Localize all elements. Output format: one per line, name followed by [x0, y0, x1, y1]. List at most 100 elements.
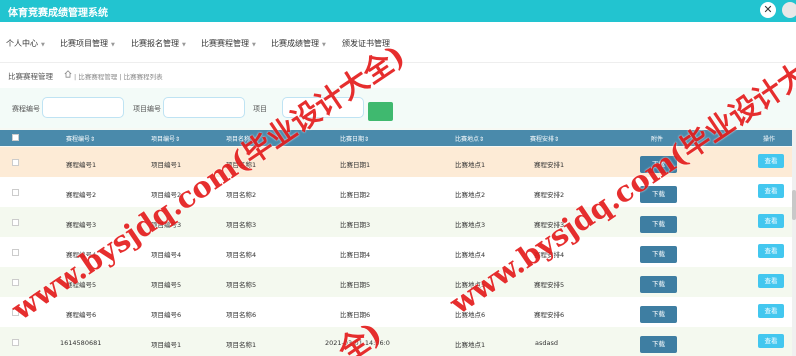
menu-item-score-management[interactable]: 比赛成绩管理 ▼	[271, 38, 326, 49]
download-button[interactable]: 下载	[640, 186, 677, 203]
table-cell: 项目名称5	[226, 281, 257, 289]
menu-item-personal-center[interactable]: 个人中心 ▼	[6, 38, 45, 49]
row-checkbox[interactable]	[12, 339, 19, 346]
search-bar: 赛程编号 项目编号 项目	[0, 88, 796, 128]
schedule-table: 赛程编号⇕ 项目编号⇕ 项目名称⇕ 比赛日期⇕ 比赛地点⇕ 赛程安排⇕ 附件 操…	[0, 130, 796, 356]
column-header[interactable]: 赛程编号⇕	[66, 134, 95, 143]
table-cell: 赛程编号1	[66, 161, 97, 169]
table-cell: 赛程编号5	[66, 281, 97, 289]
table-cell: 比赛地点5	[455, 281, 486, 289]
avatar[interactable]	[782, 2, 796, 18]
table-cell: 比赛地点4	[455, 251, 486, 259]
table-cell: 项目编号1	[151, 341, 182, 349]
table-cell: 比赛日期1	[340, 161, 371, 169]
schedule-number-input[interactable]	[42, 97, 124, 118]
scrollbar[interactable]	[792, 130, 796, 356]
table-cell: 赛程安排3	[534, 221, 565, 229]
table-row[interactable]: 赛程编号2 项目编号2 项目名称2 比赛日期2 比赛地点2 赛程安排2 下载 查看	[0, 177, 796, 207]
row-checkbox[interactable]	[12, 249, 19, 256]
app-title: 体育竞赛成绩管理系统	[8, 8, 108, 19]
table-cell: 1614580681	[60, 339, 102, 347]
download-button[interactable]: 下载	[640, 306, 677, 323]
menu-item-schedule-management[interactable]: 比赛赛程管理 ▼	[201, 38, 256, 49]
view-button[interactable]: 查看	[758, 184, 784, 198]
table-cell: 项目名称2	[226, 191, 257, 199]
table-cell: 项目编号2	[151, 191, 182, 199]
menu-item-project-management[interactable]: 比赛项目管理 ▼	[60, 38, 115, 49]
page-title: 比赛赛程管理	[8, 72, 53, 81]
table-cell: 项目名称1	[226, 341, 257, 349]
view-button[interactable]: 查看	[758, 334, 784, 348]
table-cell: 比赛日期4	[340, 251, 371, 259]
table-cell: 赛程编号6	[66, 311, 97, 319]
table-cell: 赛程安排6	[534, 311, 565, 319]
download-button[interactable]: 下载	[640, 336, 677, 353]
view-button[interactable]: 查看	[758, 304, 784, 318]
chevron-down-icon: ▼	[41, 42, 45, 48]
column-header: 操作	[763, 136, 776, 143]
project-name-label: 项目	[253, 105, 267, 113]
column-header: 附件	[651, 136, 664, 143]
table-row[interactable]: 1614580681 项目编号1 项目名称1 2021-03-01 14:36:0 比赛…	[0, 327, 796, 356]
close-icon[interactable]: ✕	[760, 2, 776, 18]
chevron-down-icon: ▼	[252, 42, 256, 48]
row-checkbox[interactable]	[12, 189, 19, 196]
table-row[interactable]: 赛程编号4 项目编号4 项目名称4 比赛日期4 比赛地点4 赛程安排4 下载 查看	[0, 237, 796, 267]
view-button[interactable]: 查看	[758, 244, 784, 258]
table-cell: 比赛地点6	[455, 311, 486, 319]
column-header[interactable]: 项目编号⇕	[151, 134, 180, 143]
download-button[interactable]: 下载	[640, 216, 677, 233]
row-checkbox[interactable]	[12, 219, 19, 226]
table-cell: 项目编号1	[151, 161, 182, 169]
breadcrumb-path[interactable]: | 比赛赛程管理 | 比赛赛程列表	[74, 71, 163, 81]
table-cell: 项目编号6	[151, 311, 182, 319]
home-icon[interactable]	[64, 70, 72, 78]
project-name-input[interactable]	[282, 97, 364, 118]
table-cell: 赛程安排2	[534, 191, 565, 199]
table-cell: 项目名称3	[226, 221, 257, 229]
table-cell: 比赛地点1	[455, 161, 486, 169]
scrollbar-thumb[interactable]	[792, 190, 796, 220]
chevron-down-icon: ▼	[182, 42, 186, 48]
table-cell: 比赛日期2	[340, 191, 371, 199]
schedule-number-label: 赛程编号	[12, 105, 40, 113]
table-row[interactable]: 赛程编号5 项目编号5 项目名称5 比赛日期5 比赛地点5 赛程安排5 下载 查看	[0, 267, 796, 297]
project-number-input[interactable]	[163, 97, 245, 118]
top-bar: 体育竞赛成绩管理系统 ✕	[0, 0, 796, 22]
download-button[interactable]: 下载	[640, 276, 677, 293]
table-cell: 比赛地点3	[455, 221, 486, 229]
table-cell: 比赛地点2	[455, 191, 486, 199]
table-cell: 项目编号5	[151, 281, 182, 289]
download-button[interactable]: 下载	[640, 156, 677, 173]
table-cell: 赛程编号3	[66, 221, 97, 229]
chevron-down-icon: ▼	[322, 42, 326, 48]
table-cell: 比赛日期3	[340, 221, 371, 229]
download-button[interactable]: 下载	[640, 246, 677, 263]
row-checkbox[interactable]	[12, 309, 19, 316]
table-cell: 比赛地点1	[455, 341, 486, 349]
column-header[interactable]: 比赛日期⇕	[340, 134, 369, 143]
table-cell: 项目名称6	[226, 311, 257, 319]
table-cell: 项目名称1	[226, 161, 257, 169]
table-cell: asdasd	[535, 339, 558, 347]
table-row[interactable]: 赛程编号3 项目编号3 项目名称3 比赛日期3 比赛地点3 赛程安排3 下载 查看	[0, 207, 796, 237]
view-button[interactable]: 查看	[758, 274, 784, 288]
column-header[interactable]: 比赛地点⇕	[455, 134, 484, 143]
select-all-checkbox[interactable]	[12, 134, 19, 141]
view-button[interactable]: 查看	[758, 154, 784, 168]
row-checkbox[interactable]	[12, 159, 19, 166]
table-cell: 比赛日期5	[340, 281, 371, 289]
column-header[interactable]: 赛程安排⇕	[530, 134, 559, 143]
view-button[interactable]: 查看	[758, 214, 784, 228]
table-row[interactable]: 赛程编号1 项目编号1 项目名称1 比赛日期1 比赛地点1 赛程安排1 下载 查看	[0, 147, 796, 177]
table-row[interactable]: 赛程编号6 项目编号6 项目名称6 比赛日期6 比赛地点6 赛程安排6 下载 查看	[0, 297, 796, 327]
table-header: 赛程编号⇕ 项目编号⇕ 项目名称⇕ 比赛日期⇕ 比赛地点⇕ 赛程安排⇕ 附件 操…	[0, 130, 796, 146]
menu-item-registration-management[interactable]: 比赛报名管理 ▼	[131, 38, 186, 49]
row-checkbox[interactable]	[12, 279, 19, 286]
project-number-label: 项目编号	[133, 105, 161, 113]
column-header[interactable]: 项目名称⇕	[226, 134, 255, 143]
menu-item-certificate-management[interactable]: 颁发证书管理	[342, 38, 390, 49]
table-cell: 赛程编号4	[66, 251, 97, 259]
search-button[interactable]	[368, 102, 393, 121]
table-cell: 赛程安排5	[534, 281, 565, 289]
